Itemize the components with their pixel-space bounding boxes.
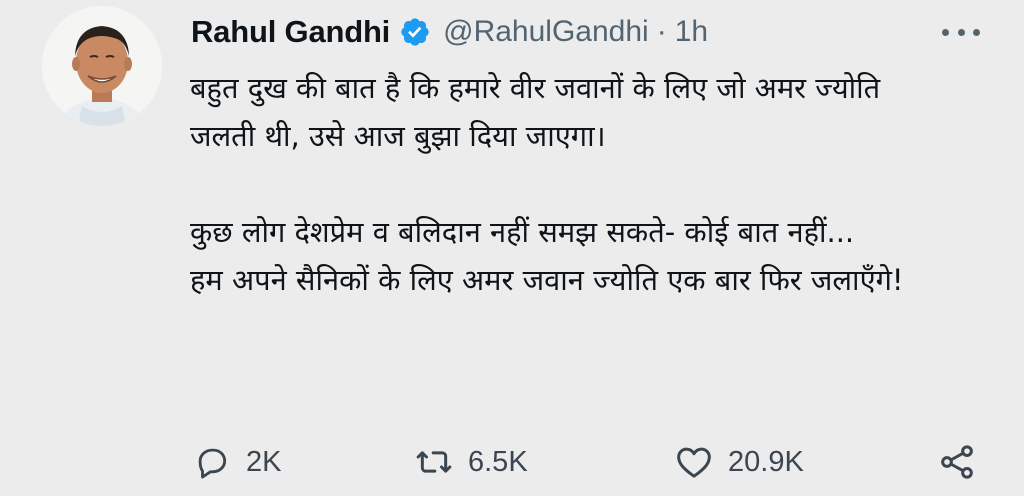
heart-icon [672,440,716,484]
more-options-button[interactable] [942,18,980,46]
tweet-action-bar: 2K 6.5K 20.9K [190,440,990,484]
reply-button[interactable]: 2K [190,440,281,484]
tweet-header: Rahul Gandhi @RahulGandhi · 1h [191,12,708,52]
tweet-text: बहुत दुख की बात है कि हमारे वीर जवानों क… [190,64,950,304]
retweet-count: 6.5K [468,445,528,478]
more-dots-icon [957,28,965,36]
more-dots-icon [973,28,980,36]
speech-bubble-icon [190,440,234,484]
share-nodes-icon [935,440,979,484]
share-button[interactable] [935,440,979,484]
user-handle[interactable]: @RahulGandhi [443,15,649,49]
more-dots-icon [942,28,949,36]
verified-badge-icon [401,18,429,46]
retweet-button[interactable]: 6.5K [412,440,528,484]
avatar[interactable] [42,6,162,126]
tweet-text-paragraph-2: कुछ लोग देशप्रेम व बलिदान नहीं समझ सकते-… [190,215,855,249]
display-name[interactable]: Rahul Gandhi [191,14,390,50]
like-count: 20.9K [728,445,804,478]
tweet-text-paragraph-3: हम अपने सैनिकों के लिए अमर जवान ज्योति ए… [190,263,904,297]
tweet-timestamp[interactable]: 1h [675,15,708,49]
reply-count: 2K [246,445,282,478]
retweet-arrows-icon [412,440,456,484]
tweet-text-paragraph-1: बहुत दुख की बात है कि हमारे वीर जवानों क… [190,71,881,153]
tweet-card: Rahul Gandhi @RahulGandhi · 1h बहुत दुख … [0,0,1024,496]
avatar-portrait [42,6,162,126]
like-button[interactable]: 20.9K [672,440,804,484]
header-separator: · [656,15,667,48]
